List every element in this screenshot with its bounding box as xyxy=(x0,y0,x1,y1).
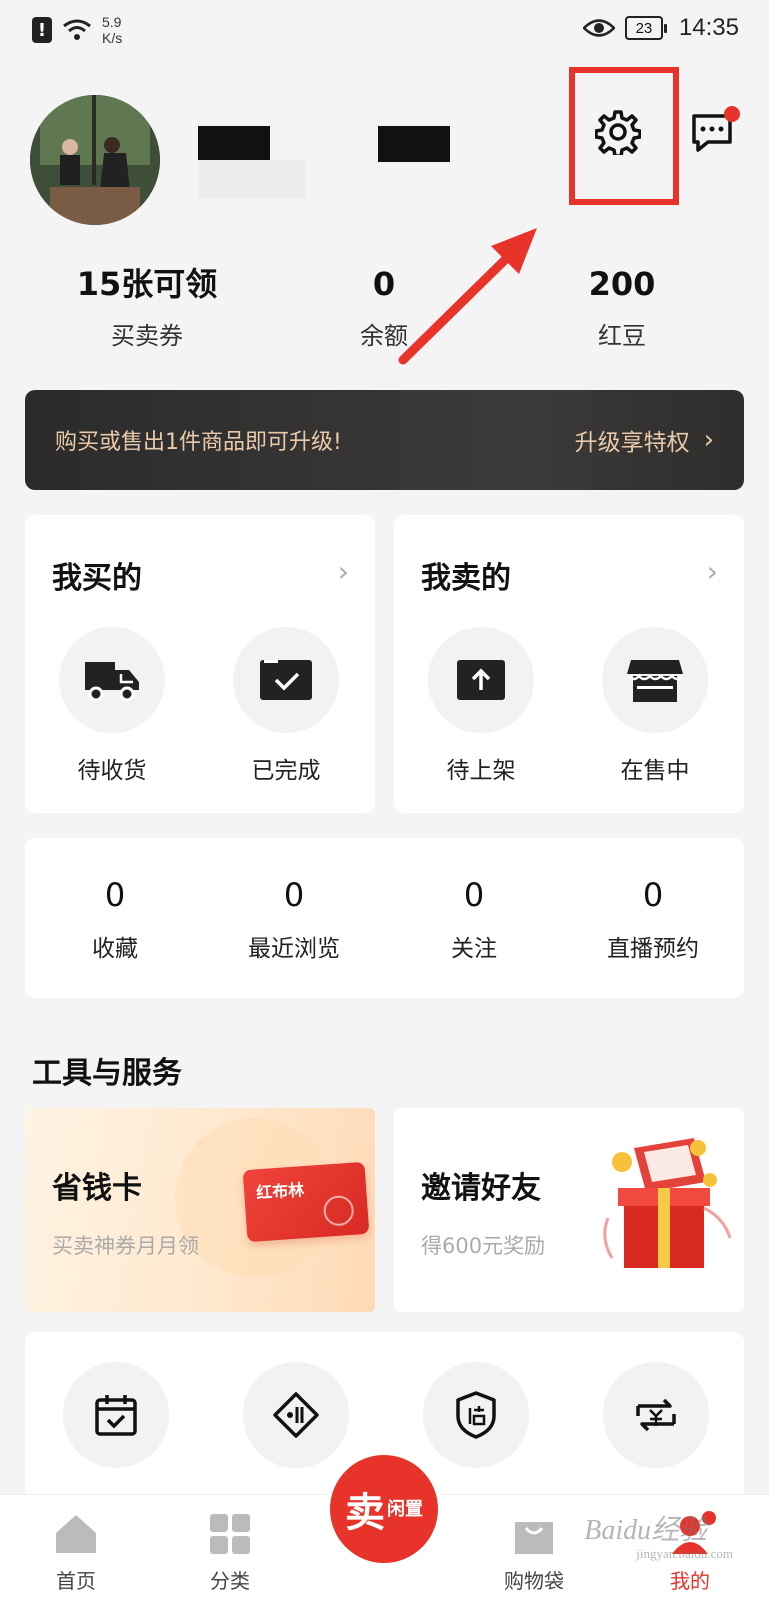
settings-button[interactable] xyxy=(592,106,644,158)
gear-icon xyxy=(595,110,641,155)
sell-button[interactable]: 卖 闲置 xyxy=(324,1449,444,1569)
pending-receipt-button[interactable] xyxy=(59,627,165,733)
upload-icon xyxy=(457,660,505,700)
username-redaction xyxy=(198,126,270,162)
notification-dot xyxy=(724,106,740,122)
buy-orders-card[interactable]: 我买的 › 待收货 已完成 xyxy=(25,515,375,813)
stat-red-beans[interactable]: 200 红豆 xyxy=(522,262,722,351)
live-reservations-count[interactable]: 0 直播预约 xyxy=(563,838,743,963)
messages-button[interactable] xyxy=(690,106,740,158)
username-redaction-light xyxy=(198,160,306,198)
check-box-icon xyxy=(260,660,312,700)
savings-card[interactable]: 省钱卡 买卖神券月月领 红布林 xyxy=(25,1108,375,1312)
sell-orders-card[interactable]: 我卖的 › 待上架 在售中 xyxy=(394,515,744,813)
price-tag-icon xyxy=(273,1392,319,1438)
eye-icon xyxy=(582,19,615,37)
on-sale-button[interactable] xyxy=(602,627,708,733)
grid-icon xyxy=(210,1514,250,1554)
status-bar: ! 5.9 K/s 23 14:35 xyxy=(0,0,769,62)
activity-counts-card: 0 收藏 0 最近浏览 0 关注 0 直播预约 xyxy=(25,838,744,998)
truck-icon xyxy=(85,662,139,702)
sell-card-title: 我卖的 xyxy=(421,561,511,596)
calendar-check-icon xyxy=(95,1395,137,1436)
store-icon xyxy=(627,660,683,702)
pending-listing-button[interactable] xyxy=(428,627,534,733)
price-tag-button[interactable] xyxy=(243,1362,349,1468)
chevron-right-icon: › xyxy=(703,425,714,455)
banner-text: 购买或售出1件商品即可升级! xyxy=(55,430,342,455)
clock: 14:35 xyxy=(678,14,739,41)
upgrade-link[interactable]: 升级享特权 › xyxy=(575,423,714,457)
completed-orders-button[interactable] xyxy=(233,627,339,733)
yuan-coin-icon xyxy=(322,1194,355,1227)
baidu-watermark: Baidu经验 jingyan.baidu.com xyxy=(584,1515,733,1561)
net-speed: 5.9 K/s xyxy=(102,14,123,46)
savings-card-illustration: 红布林 xyxy=(242,1161,370,1243)
gift-box-icon xyxy=(603,1138,732,1268)
avatar[interactable] xyxy=(30,95,160,225)
recent-views-count[interactable]: 0 最近浏览 xyxy=(204,838,384,963)
shopping-bag-icon xyxy=(515,1522,553,1554)
exchange-yuan-icon xyxy=(636,1398,676,1432)
alert-icon: ! xyxy=(32,17,52,43)
tools-section-title: 工具与服务 xyxy=(32,1056,182,1091)
tab-category[interactable]: 分类 xyxy=(180,1509,280,1594)
favorites-count[interactable]: 0 收藏 xyxy=(25,838,205,963)
stat-balance[interactable]: 0 余额 xyxy=(284,262,484,351)
chevron-right-icon[interactable]: › xyxy=(338,555,349,588)
shield-icon xyxy=(456,1391,496,1439)
following-count[interactable]: 0 关注 xyxy=(384,838,564,963)
battery-indicator: 23 xyxy=(624,16,667,40)
stat-coupons[interactable]: 15张可领 买卖券 xyxy=(47,262,247,351)
invite-friends-card[interactable]: 邀请好友 得600元奖励 xyxy=(394,1108,744,1312)
tab-home[interactable]: 首页 xyxy=(26,1509,126,1594)
tab-shopping-bag[interactable]: 购物袋 xyxy=(484,1509,584,1594)
buy-card-title: 我买的 xyxy=(52,561,142,596)
id-redaction xyxy=(378,126,450,162)
sign-in-button[interactable] xyxy=(63,1362,169,1468)
appraisal-button[interactable] xyxy=(423,1362,529,1468)
upgrade-banner[interactable]: 购买或售出1件商品即可升级! 升级享特权 › xyxy=(25,390,744,490)
wifi-icon xyxy=(63,19,91,40)
home-icon xyxy=(56,1515,96,1553)
recycle-button[interactable] xyxy=(603,1362,709,1468)
chevron-right-icon[interactable]: › xyxy=(707,555,718,588)
account-stats: 15张可领 买卖券 0 余额 200 红豆 xyxy=(0,262,769,362)
